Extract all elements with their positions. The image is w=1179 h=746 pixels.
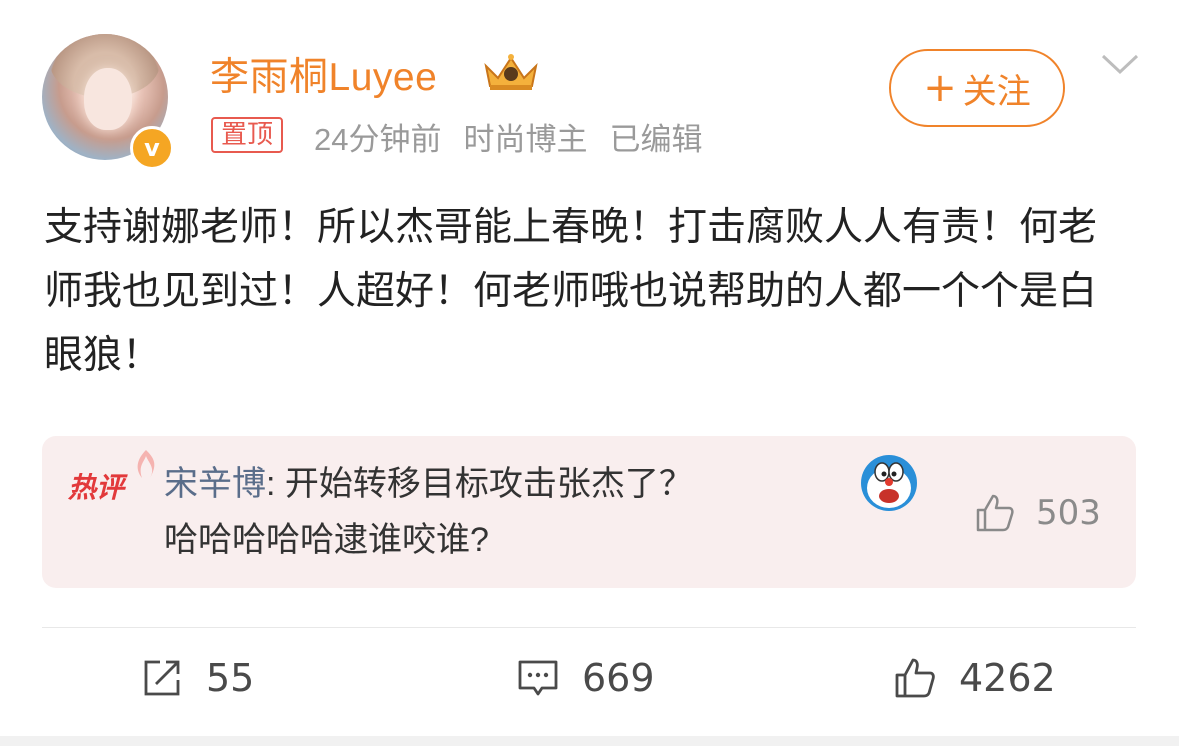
verified-badge-icon: v bbox=[130, 126, 174, 170]
hot-comment-like-count: 503 bbox=[1036, 493, 1101, 533]
divider bbox=[42, 627, 1136, 628]
crown-icon bbox=[484, 54, 538, 90]
username[interactable]: 李雨桐Luyee bbox=[210, 46, 437, 102]
thumbs-up-icon bbox=[976, 494, 1014, 532]
comment-username[interactable]: 宋辛博 bbox=[164, 465, 266, 503]
hot-comment-badge: 热评 bbox=[68, 450, 155, 506]
repost-icon bbox=[144, 660, 180, 696]
repost-button[interactable]: 55 bbox=[140, 656, 254, 700]
bottom-separator bbox=[0, 736, 1179, 746]
post-time: 24分钟前 bbox=[314, 122, 442, 157]
plus-icon: + bbox=[923, 65, 957, 111]
repost-count: 55 bbox=[206, 656, 255, 700]
post-content: 支持谢娜老师！所以杰哥能上春晚！打击腐败人人有责！何老师我也见到过！人超好！何老… bbox=[44, 206, 1098, 377]
like-button[interactable]: 4262 bbox=[893, 656, 1056, 700]
doraemon-emoji-icon bbox=[861, 455, 917, 511]
pinned-badge: 置顶 bbox=[211, 117, 284, 153]
hot-comment-like-button[interactable]: 503 bbox=[974, 492, 1101, 534]
thumbs-up-icon bbox=[895, 658, 935, 698]
like-count: 4262 bbox=[959, 656, 1056, 700]
post-category: 时尚博主 bbox=[463, 122, 588, 157]
flame-icon bbox=[137, 450, 155, 478]
chevron-down-icon[interactable] bbox=[1100, 50, 1140, 78]
follow-label: 关注 bbox=[962, 71, 1031, 112]
post-meta: 24分钟前 时尚博主 已编辑 bbox=[314, 114, 724, 159]
hot-comment-card[interactable]: 热评 宋辛博: 开始转移目标攻击张杰了？ 哈哈哈哈哈逮谁咬谁? 503 bbox=[42, 436, 1136, 588]
post-edited: 已编辑 bbox=[609, 122, 703, 157]
follow-button[interactable]: + 关注 bbox=[889, 49, 1065, 127]
comment-line1: 开始转移目标攻击张杰了？ bbox=[284, 465, 693, 503]
comment-button[interactable]: 669 bbox=[516, 656, 655, 700]
comment-count: 669 bbox=[582, 656, 655, 700]
comment-icon bbox=[518, 660, 558, 696]
avatar-face bbox=[84, 68, 132, 130]
hot-comment-text: 宋辛博: 开始转移目标攻击张杰了？ 哈哈哈哈哈逮谁咬谁? bbox=[164, 465, 693, 559]
comment-line2: 哈哈哈哈哈逮谁咬谁? bbox=[164, 521, 489, 559]
